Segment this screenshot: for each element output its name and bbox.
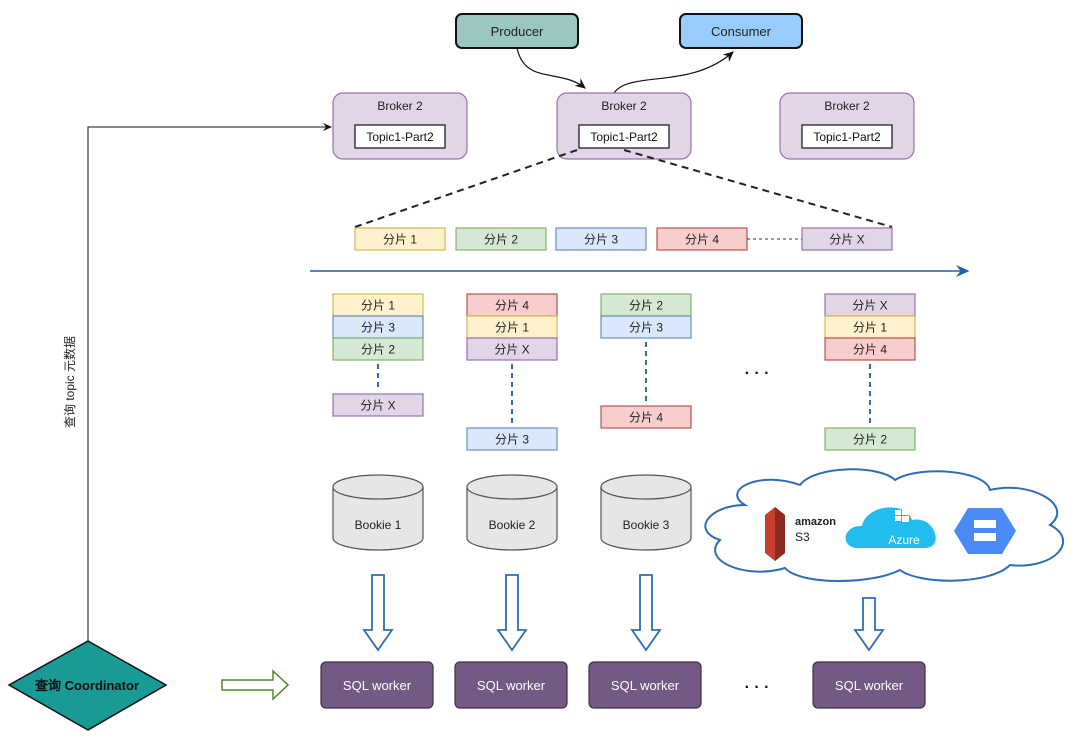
shard-box: 分片 1 <box>466 315 558 339</box>
ellipsis-columns: · · · <box>745 365 770 382</box>
s3-label: S3 <box>795 530 810 544</box>
coordinator-label: 查询 Coordinator <box>34 678 139 693</box>
sql-worker-label: SQL worker <box>477 678 546 693</box>
bookie-node: Bookie 3 <box>600 474 692 551</box>
shard-box: 分片 1 <box>354 227 446 251</box>
shard-label: 分片 3 <box>629 321 663 335</box>
producer-label: Producer <box>491 24 544 39</box>
amazon-label: amazon <box>795 516 836 528</box>
sql-worker-node: SQL worker <box>320 661 434 709</box>
producer-to-broker-edge <box>516 47 586 89</box>
consumer-node: Consumer <box>679 13 803 49</box>
down-arrow-icon <box>853 597 885 652</box>
sql-worker-node: SQL worker <box>454 661 568 709</box>
cloud-storage: amazon S3 Azure <box>704 468 1064 582</box>
shard-label: 分片 2 <box>484 233 518 247</box>
metadata-query-edge <box>87 123 332 641</box>
expand-line-left <box>354 149 578 228</box>
azure-label: Azure <box>888 533 920 547</box>
sql-worker-label: SQL worker <box>835 678 904 693</box>
shard-box: 分片 1 <box>824 315 916 339</box>
sql-worker-label: SQL worker <box>343 678 412 693</box>
bookie-shard-column: 分片 2 分片 3 分片 4 <box>600 293 692 429</box>
coordinator-node: 查询 Coordinator <box>7 640 168 731</box>
down-arrow-icon <box>630 574 662 652</box>
shard-label: 分片 4 <box>629 411 663 425</box>
bookie-label: Bookie 1 <box>355 518 402 532</box>
topic-partition-label: Topic1-Part2 <box>366 130 434 144</box>
shard-box: 分片 X <box>824 293 916 317</box>
topic-partition-label: Topic1-Part2 <box>590 130 658 144</box>
broker-to-consumer-edge <box>613 51 734 94</box>
consumer-label: Consumer <box>711 24 772 39</box>
shard-box: 分片 1 <box>332 293 424 317</box>
shard-box: 分片 2 <box>824 427 916 451</box>
bookie-label: Bookie 2 <box>489 518 536 532</box>
broker-title: Broker 2 <box>824 99 870 113</box>
shard-box: 分片 4 <box>600 405 692 429</box>
sql-worker-label: SQL worker <box>611 678 680 693</box>
shard-box: 分片 X <box>801 227 893 251</box>
ellipsis-workers: · · · <box>745 679 770 696</box>
shard-box: 分片 2 <box>600 293 692 317</box>
shard-label: 分片 X <box>494 343 529 357</box>
broker-node: Broker 2 Topic1-Part2 <box>332 92 468 160</box>
down-arrow-icon <box>496 574 528 652</box>
broker-node: Broker 2 Topic1-Part2 <box>779 92 915 160</box>
shard-label: 分片 2 <box>361 343 395 357</box>
shard-label: 分片 1 <box>361 299 395 313</box>
bookie-shard-column: 分片 1 分片 3 分片 2 分片 X <box>332 293 424 417</box>
bookie-shard-column: 分片 4 分片 1 分片 X 分片 3 <box>466 293 558 451</box>
shard-label: 分片 2 <box>629 299 663 313</box>
shard-label: 分片 2 <box>853 433 887 447</box>
shard-box: 分片 3 <box>332 315 424 339</box>
bookie-label: Bookie 3 <box>623 518 670 532</box>
sql-worker-node: SQL worker <box>812 661 926 709</box>
shard-box: 分片 2 <box>332 337 424 361</box>
shard-box: 分片 3 <box>555 227 647 251</box>
coordinator-to-workers-arrow <box>221 669 290 701</box>
shard-box: 分片 2 <box>455 227 547 251</box>
bookie-node: Bookie 2 <box>466 474 558 551</box>
broker-title: Broker 2 <box>377 99 423 113</box>
shard-box: 分片 3 <box>466 427 558 451</box>
metadata-edge-label: 查询 topic 元数据 <box>62 336 77 428</box>
shard-box: 分片 4 <box>824 337 916 361</box>
shard-box: 分片 3 <box>600 315 692 339</box>
shard-label: 分片 X <box>829 233 864 247</box>
bookie-node: Bookie 1 <box>332 474 424 551</box>
shard-box: 分片 X <box>332 393 424 417</box>
shard-label: 分片 4 <box>853 343 887 357</box>
shard-label: 分片 X <box>852 299 887 313</box>
broker-title: Broker 2 <box>601 99 647 113</box>
shard-label: 分片 4 <box>685 233 719 247</box>
producer-node: Producer <box>455 13 579 49</box>
down-arrow-icon <box>362 574 394 652</box>
shard-box: 分片 4 <box>466 293 558 317</box>
shard-label: 分片 3 <box>495 433 529 447</box>
bookie-shard-column: 分片 X 分片 1 分片 4 分片 2 <box>824 293 916 451</box>
broker-node: Broker 2 Topic1-Part2 <box>556 92 692 160</box>
shard-label: 分片 1 <box>383 233 417 247</box>
shard-label: 分片 X <box>360 399 395 413</box>
expand-line-right <box>623 149 893 228</box>
shard-box: 分片 X <box>466 337 558 361</box>
shard-label: 分片 1 <box>853 321 887 335</box>
shard-label: 分片 1 <box>495 321 529 335</box>
shard-label: 分片 3 <box>584 233 618 247</box>
shard-box: 分片 4 <box>656 227 748 251</box>
sql-worker-node: SQL worker <box>588 661 702 709</box>
diagram: Producer Consumer Broker 2Topic1-Part2Br… <box>7 13 1064 731</box>
shard-label: 分片 3 <box>361 321 395 335</box>
shard-label: 分片 4 <box>495 299 529 313</box>
topic-partition-label: Topic1-Part2 <box>813 130 881 144</box>
